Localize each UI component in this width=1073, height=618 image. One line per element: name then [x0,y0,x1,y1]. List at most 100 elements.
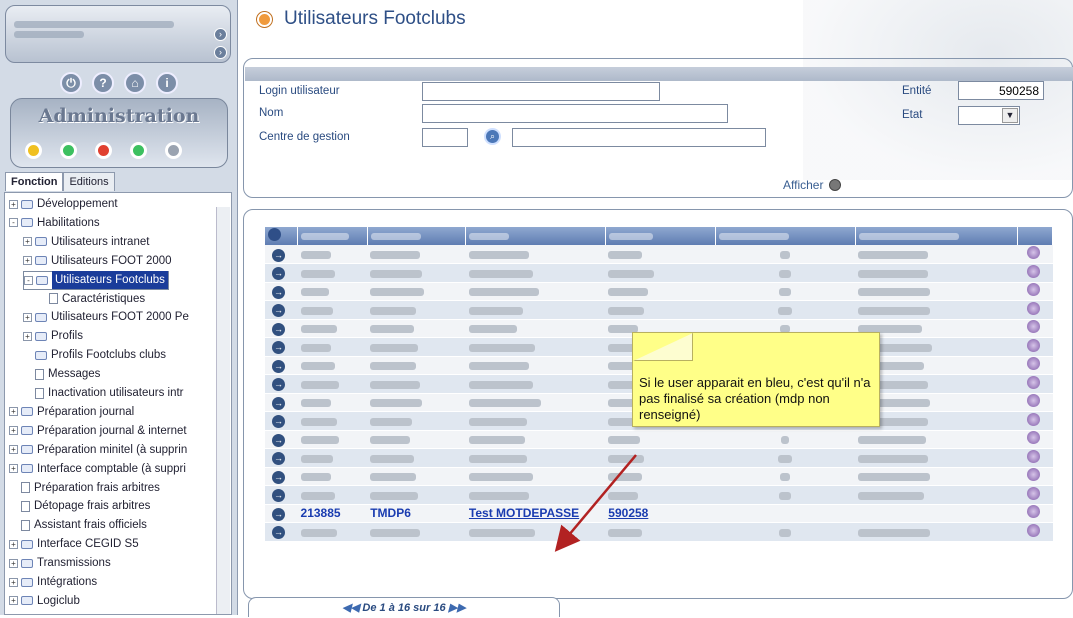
chevron-down-icon[interactable]: ▼ [1002,108,1018,123]
tab-fonction[interactable]: Fonction [5,172,64,191]
table-row[interactable]: → [265,448,1053,468]
tree-item[interactable]: + Préparation journal & internet [9,422,187,440]
tree-item[interactable]: + Interface comptable (à suppri [9,460,186,478]
tree-item[interactable]: + Préparation minitel (à supprin [9,441,187,459]
open-row-icon[interactable]: → [272,378,285,392]
tree-item[interactable]: + Développement [9,195,118,213]
grey-dot-icon[interactable] [165,142,182,159]
table-row[interactable]: → [265,522,1053,542]
red-dot-icon[interactable] [95,142,112,159]
tree-item[interactable]: + Profils [23,327,83,345]
tree-item[interactable]: + Logiclub [9,592,80,610]
tree-item[interactable]: Inactivation utilisateurs intr [23,384,184,402]
centre-code-input[interactable] [422,128,468,147]
open-row-icon[interactable]: → [272,304,285,318]
open-row-icon[interactable]: → [272,359,285,373]
tree-item[interactable]: - Habilitations [9,214,100,232]
table-row[interactable]: → 213885 TMDP6 Test MOTDEPASSE 590258 [265,504,1053,523]
open-row-icon[interactable]: → [272,248,285,262]
detail-icon[interactable] [1026,338,1040,352]
open-row-icon[interactable]: → [272,396,285,410]
detail-icon[interactable] [1026,449,1040,463]
detail-icon[interactable] [1026,505,1040,519]
expand-icon[interactable]: + [9,426,18,436]
detail-icon[interactable] [1026,394,1040,408]
expand-icon[interactable]: + [23,237,32,247]
etat-select[interactable]: ▼ [958,106,1020,125]
open-row-icon[interactable]: → [272,489,285,503]
first-page-icon[interactable]: ◀◀ [342,602,359,614]
expand-icon[interactable]: + [9,199,18,209]
tree-item[interactable]: Assistant frais officiels [9,516,147,534]
expand-icon[interactable]: + [9,577,18,587]
expand-icon[interactable]: + [9,445,18,455]
search-icon[interactable]: ⌕ [484,128,501,145]
detail-icon[interactable] [1026,357,1040,371]
tree-item[interactable]: + Intégrations [9,573,97,591]
tree-item[interactable]: Messages [23,365,100,383]
expand-icon[interactable]: + [9,464,18,474]
tree-item[interactable]: Préparation frais arbitres [9,479,160,497]
nom-input[interactable] [422,104,728,123]
cell-nom[interactable]: Test MOTDEPASSE [469,506,579,520]
green-dot-icon[interactable] [60,142,77,159]
tree-item[interactable]: + Préparation journal [9,403,134,421]
afficher-button[interactable]: Afficher [783,178,842,192]
entite-input[interactable] [958,81,1044,100]
expand-icon[interactable]: + [9,558,18,568]
expand-icon[interactable]: + [23,312,32,322]
tree-item[interactable]: + Transmissions [9,554,111,572]
expand-icon[interactable]: + [9,596,18,606]
open-row-icon[interactable]: → [272,267,285,281]
detail-icon[interactable] [1026,320,1040,334]
collapse-icon[interactable]: - [9,218,18,228]
open-row-icon[interactable]: → [272,526,285,540]
table-row[interactable]: → [265,467,1053,486]
expand-icon[interactable]: › [214,28,227,41]
detail-icon[interactable] [1026,301,1040,315]
tree-item[interactable]: + Utilisateurs intranet [23,233,149,251]
open-row-icon[interactable]: → [272,341,285,355]
login-input[interactable] [422,82,660,101]
detail-icon[interactable] [1026,412,1040,426]
open-row-icon[interactable]: → [272,322,285,336]
table-row[interactable]: → [265,282,1053,301]
cell-entite[interactable]: 590258 [608,506,648,520]
expand-icon[interactable]: › [214,46,227,59]
detail-icon[interactable] [1026,246,1040,259]
table-row[interactable]: → [265,263,1053,283]
tree-item[interactable]: + Utilisateurs FOOT 2000 Pe [23,308,189,326]
open-row-icon[interactable]: → [272,507,285,521]
tree-item[interactable]: Détopage frais arbitres [9,497,150,515]
open-row-icon[interactable]: → [272,415,285,429]
table-row[interactable]: → [265,485,1053,505]
detail-icon[interactable] [1026,431,1040,445]
open-row-icon[interactable]: → [272,470,285,484]
table-row[interactable]: → [265,245,1053,264]
green-dot-icon[interactable] [130,142,147,159]
open-row-icon[interactable]: → [272,285,285,299]
tree-scrollbar[interactable] [216,207,230,614]
detail-icon[interactable] [1026,375,1040,389]
detail-icon[interactable] [1026,264,1040,278]
help-icon[interactable]: ? [92,72,114,94]
expand-icon[interactable]: + [9,407,18,417]
detail-icon[interactable] [1026,468,1040,482]
next-page-icon[interactable]: ▶▶ [449,602,466,614]
detail-icon[interactable] [1026,523,1040,537]
detail-icon[interactable] [1026,283,1040,297]
detail-icon[interactable] [1026,486,1040,500]
tree-item[interactable]: - Utilisateurs Footclubs [23,270,169,290]
yellow-dot-icon[interactable] [25,142,42,159]
tree-item[interactable]: + Interface CEGID S5 [9,535,139,553]
tree-item[interactable]: Caractéristiques [37,290,145,308]
table-row[interactable]: → [265,430,1053,449]
open-row-icon[interactable]: → [272,452,285,466]
home-icon[interactable]: ⌂ [124,72,146,94]
collapse-icon[interactable]: - [24,275,33,285]
open-row-icon[interactable]: → [272,433,285,447]
table-row[interactable]: → [265,300,1053,320]
tab-editions[interactable]: Editions [63,172,115,191]
expand-icon[interactable]: + [23,256,32,266]
expand-icon[interactable]: + [23,331,32,341]
